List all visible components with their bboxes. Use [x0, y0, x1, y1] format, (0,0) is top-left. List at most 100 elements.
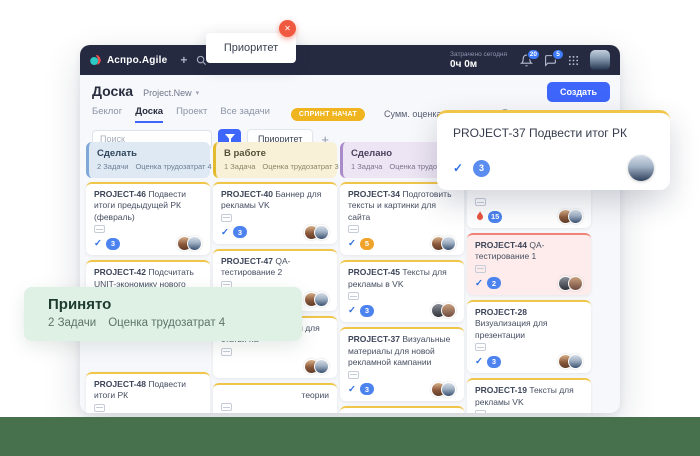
tab-project[interactable]: Проект [176, 106, 207, 123]
task-code: PROJECT-34 [348, 189, 400, 199]
task-card[interactable]: PROJECT-23 Итоги РК✓5 [340, 406, 464, 413]
assignee-avatars [309, 292, 329, 307]
sprint-status-badge: СПРИНТ НАЧАТ [291, 108, 365, 121]
avatar [314, 225, 329, 240]
task-card[interactable]: PROJECT-37 Визуальные материалы для ново… [340, 327, 464, 400]
create-button[interactable]: Создать [547, 82, 610, 102]
task-footer: ✓5 [348, 236, 456, 251]
assignee-avatars [309, 225, 329, 240]
task-title: PROJECT-48 Подвести итоги РК [94, 379, 202, 402]
task-code: PROJECT-48 [94, 379, 146, 389]
task-card[interactable]: PROJECT-40 Баннер для рекламы VK✓3 [213, 182, 337, 244]
accepted-estimate: Оценка трудозатрат 4 [108, 317, 225, 329]
column-meta: 2 ЗадачиОценка трудозатрат 4 [97, 162, 202, 171]
assignee-avatars [309, 359, 329, 374]
description-icon [475, 198, 486, 206]
task-footer: ✓3 [221, 225, 329, 240]
task-title: PROJECT-46 Подвести итоги предыдущей РК … [94, 189, 202, 223]
estimate-badge: 3 [233, 226, 247, 238]
close-icon[interactable]: ✕ [279, 20, 296, 37]
estimate-badge: 3 [487, 356, 501, 368]
task-title: PROJECT-47 QA-тестирование 2 [221, 256, 329, 279]
apps-grid-icon[interactable] [568, 55, 579, 66]
board-column: Сделать 2 ЗадачиОценка трудозатрат 4 PROJE… [86, 142, 210, 413]
messages-button[interactable]: 5 [544, 54, 557, 67]
task-code: PROJECT-19 [475, 385, 527, 395]
check-icon: ✓ [221, 227, 229, 238]
user-avatar[interactable] [590, 50, 610, 70]
column-meta: 1 ЗадачаОценка трудозатрат 3 [224, 162, 329, 171]
task-card[interactable]: PROJECT-28 Визуализация для презентации✓… [467, 300, 591, 373]
tab-backlog[interactable]: Беклог [92, 106, 122, 123]
page-title: Доска [92, 83, 133, 99]
avatar [314, 359, 329, 374]
check-icon: ✓ [348, 384, 356, 395]
column-title: В работе [224, 148, 329, 159]
task-footer: 15 [475, 209, 583, 224]
task-card[interactable]: PROJECT-34 Подготовить тексты и картинки… [340, 182, 464, 255]
description-icon [94, 404, 105, 412]
task-title: PROJECT-45 Тексты для рекламы в VK [348, 267, 456, 290]
tooltip-text: Приоритет [224, 42, 278, 54]
task-card[interactable]: PROJECT-46 Подвести итоги предыдущей РК … [86, 182, 210, 255]
check-icon: ✓ [453, 161, 463, 175]
avatar [441, 303, 456, 318]
description-icon [94, 225, 105, 233]
tab-all-tasks[interactable]: Все задачи [220, 106, 270, 123]
estimate-badge: 5 [360, 238, 374, 250]
board-subheader: Доска Project.New ▾ Создать [80, 75, 620, 101]
estimate-badge: 3 [360, 383, 374, 395]
check-icon: ✓ [475, 356, 483, 367]
avatar [568, 209, 583, 224]
task-code: PROJECT-37 [348, 334, 400, 344]
task-card[interactable]: PROJECT-45 Тексты для рекламы в VK ✓3 [340, 260, 464, 322]
task-card[interactable]: теории✓3 [213, 383, 337, 413]
project-select[interactable]: Project.New ▾ [143, 88, 199, 98]
priority-tooltip: Приоритет [206, 33, 296, 63]
notifications-badge: 20 [527, 49, 540, 60]
assignee-avatars [182, 236, 202, 251]
avatar [187, 236, 202, 251]
time-tracker: Затрачено сегодня 0ч 0м [450, 51, 507, 70]
column-task-count: 1 Задача [351, 162, 382, 171]
column-title: Сделать [97, 148, 202, 159]
description-icon [221, 214, 232, 222]
check-icon: ✓ [94, 238, 102, 249]
popup-estimate-badge: 3 [473, 160, 490, 177]
chevron-down-icon: ▾ [196, 89, 200, 97]
description-icon [348, 292, 359, 300]
task-code: PROJECT-47 [221, 256, 273, 266]
avatar [441, 382, 456, 397]
task-footer: ✓3 [348, 303, 456, 318]
task-title: теории [221, 390, 329, 401]
task-card[interactable]: PROJECT-19 Тексты для рекламы VK✓5 [467, 378, 591, 413]
assignee-avatars [563, 276, 583, 291]
task-card[interactable]: PROJECT-48 Подвести итоги РК✓3 [86, 372, 210, 413]
accepted-title: Принято [48, 296, 278, 313]
estimate-badge: 2 [487, 277, 501, 289]
assignee-avatars [436, 236, 456, 251]
description-icon [348, 371, 359, 379]
task-footer: ✓3 [94, 236, 202, 251]
task-footer: ✓3 [475, 354, 583, 369]
task-title: PROJECT-40 Баннер для рекламы VK [221, 189, 329, 212]
task-title: PROJECT-19 Тексты для рекламы VK [475, 385, 583, 408]
task-card[interactable]: PROJECT-44 QA-тестирование 1✓2 [467, 233, 591, 295]
popup-assignee-avatar [628, 155, 654, 181]
quick-add-icon[interactable]: + [180, 53, 187, 67]
assignee-avatars [436, 303, 456, 318]
notifications-button[interactable]: 20 [520, 54, 533, 67]
description-icon [475, 410, 486, 413]
avatar [314, 292, 329, 307]
description-icon [221, 348, 232, 356]
column-header: В работе 1 ЗадачаОценка трудозатрат 3 [213, 142, 337, 178]
avatar [568, 276, 583, 291]
task-code: PROJECT-44 [475, 240, 527, 250]
task-code: PROJECT-40 [221, 189, 273, 199]
tab-board[interactable]: Доска [135, 106, 163, 123]
task-title: PROJECT-34 Подготовить тексты и картинки… [348, 189, 456, 223]
app-logo[interactable]: Аспро.Agile [90, 54, 167, 66]
avatar [441, 236, 456, 251]
task-preview-popup[interactable]: PROJECT-37 Подвести итог РК ✓ 3 [437, 110, 670, 190]
accepted-status-panel: Принято 2 Задачи Оценка трудозатрат 4 [24, 287, 302, 341]
